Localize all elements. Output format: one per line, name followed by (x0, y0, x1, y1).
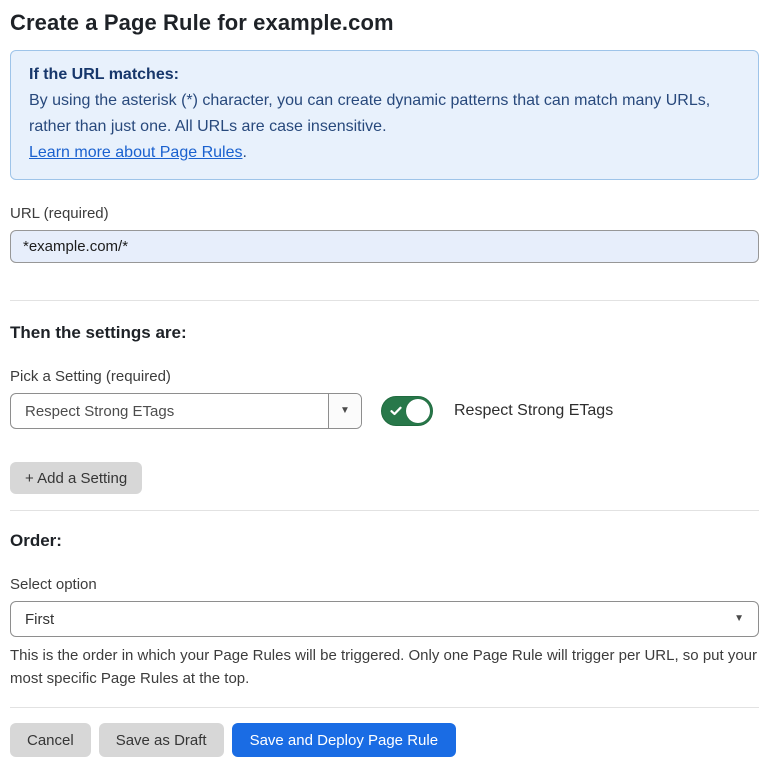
setting-dropdown-arrow-button[interactable]: ▼ (328, 394, 361, 428)
info-box-heading: If the URL matches: (29, 62, 740, 88)
chevron-down-icon: ▼ (734, 614, 744, 624)
url-label: URL (required) (10, 205, 759, 222)
setting-dropdown-value: Respect Strong ETags (11, 394, 328, 428)
chevron-down-icon: ▼ (340, 406, 350, 416)
save-as-draft-button[interactable]: Save as Draft (99, 723, 224, 757)
info-box-body: By using the asterisk (*) character, you… (29, 88, 740, 140)
cancel-button[interactable]: Cancel (10, 723, 91, 757)
toggle-group: Respect Strong ETags (381, 396, 613, 426)
check-icon (390, 405, 402, 417)
select-option-label: Select option (10, 576, 759, 593)
create-page-rule-form: Create a Page Rule for example.com If th… (0, 0, 769, 757)
settings-section-heading: Then the settings are: (10, 323, 759, 343)
pick-setting-label: Pick a Setting (required) (10, 368, 759, 385)
section-divider (10, 510, 759, 511)
link-period: . (242, 144, 246, 161)
section-divider (10, 707, 759, 708)
info-box-link-line: Learn more about Page Rules. (29, 140, 740, 166)
order-select[interactable]: First ▼ (10, 601, 759, 637)
learn-more-page-rules-link[interactable]: Learn more about Page Rules (29, 144, 242, 161)
setting-row: Respect Strong ETags ▼ Respect Strong ET… (10, 393, 759, 429)
save-and-deploy-button[interactable]: Save and Deploy Page Rule (232, 723, 456, 757)
order-help-text: This is the order in which your Page Rul… (10, 644, 759, 690)
setting-dropdown[interactable]: Respect Strong ETags ▼ (10, 393, 362, 429)
url-matches-info-box: If the URL matches: By using the asteris… (10, 50, 759, 180)
url-input[interactable] (10, 230, 759, 263)
add-setting-button[interactable]: + Add a Setting (10, 462, 142, 494)
section-divider (10, 300, 759, 301)
toggle-label: Respect Strong ETags (454, 402, 613, 420)
order-select-value: First (25, 611, 54, 628)
page-title: Create a Page Rule for example.com (10, 10, 759, 36)
etags-toggle-switch[interactable] (381, 396, 433, 426)
footer-actions: Cancel Save as Draft Save and Deploy Pag… (10, 723, 759, 757)
order-section-heading: Order: (10, 531, 759, 551)
toggle-knob (406, 399, 430, 423)
